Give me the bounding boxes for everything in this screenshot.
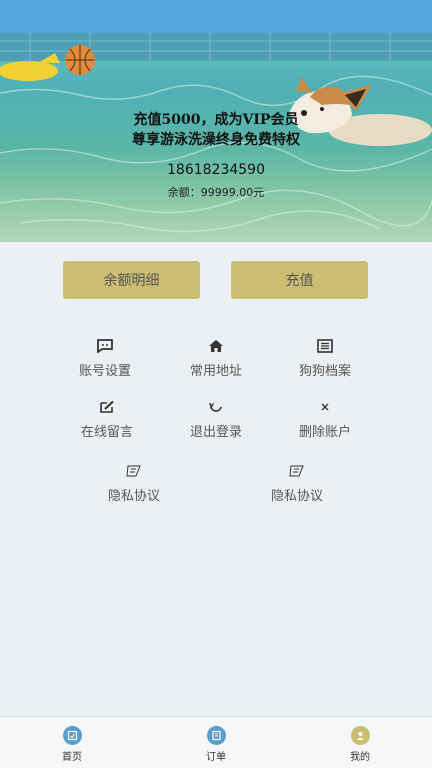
tab-label: 首页 (62, 752, 82, 763)
tab-label: 我的 (350, 752, 370, 763)
menu-privacy-agreement-1[interactable]: 隐私协议 (79, 462, 189, 512)
privacy-doc-icon (288, 462, 306, 480)
user-tab-icon (350, 726, 370, 745)
promo-line-2: 尊享游泳洗澡终身免费特权 (132, 132, 300, 148)
menu-logout[interactable]: 退出登录 (161, 398, 271, 448)
privacy-doc-icon (125, 462, 143, 480)
balance-text: 余额：99999.00元 (167, 186, 265, 199)
tab-label: 订单 (206, 752, 226, 763)
menu-account-settings[interactable]: 账号设置 (50, 337, 160, 387)
edit-icon (98, 398, 116, 416)
menu-label: 账号设置 (78, 364, 131, 379)
refresh-icon (207, 398, 225, 416)
tab-home[interactable]: 首页 (42, 726, 102, 763)
bottom-tab-bar: 首页 订单 我的 (0, 716, 432, 768)
menu-delete-account[interactable]: 删除账户 (270, 398, 380, 448)
tab-mine[interactable]: 我的 (330, 726, 390, 763)
tab-orders[interactable]: 订单 (186, 726, 246, 763)
menu-label: 隐私协议 (107, 489, 160, 504)
banner-image: 充值5000，成为VIP会员 尊享游泳洗澡终身免费特权 18618234590 … (0, 33, 432, 242)
home-tab-icon (62, 726, 82, 745)
chat-bubble-icon (96, 337, 114, 355)
menu-label: 常用地址 (189, 364, 242, 379)
menu-label: 退出登录 (189, 425, 242, 440)
document-list-icon (316, 337, 334, 355)
menu-leave-message[interactable]: 在线留言 (52, 398, 162, 448)
recharge-button[interactable]: 充值 (231, 261, 368, 299)
menu-label: 狗狗档案 (298, 364, 351, 379)
status-bar (0, 0, 432, 33)
menu-privacy-agreement-2[interactable]: 隐私协议 (242, 462, 352, 512)
close-icon (316, 398, 334, 416)
orders-tab-icon (206, 726, 226, 745)
promo-line-1: 充值5000，成为VIP会员 (133, 112, 299, 128)
menu-label: 隐私协议 (270, 489, 323, 504)
home-icon (207, 337, 225, 355)
menu-label: 在线留言 (80, 425, 133, 440)
menu-common-address[interactable]: 常用地址 (161, 337, 271, 387)
menu-label: 删除账户 (298, 425, 351, 440)
menu-dog-profile[interactable]: 狗狗档案 (270, 337, 380, 387)
phone-number: 18618234590 (167, 162, 265, 178)
balance-detail-button[interactable]: 余额明细 (63, 261, 200, 299)
